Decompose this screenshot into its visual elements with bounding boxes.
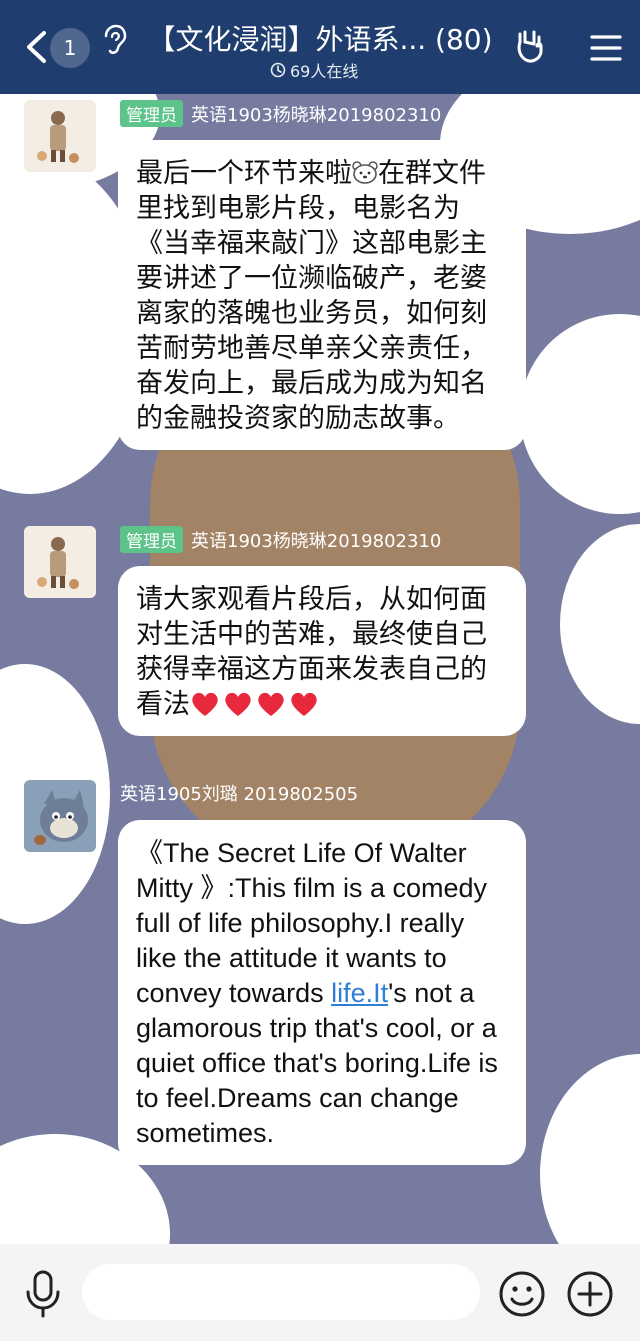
avatar[interactable] [24, 780, 96, 852]
heart-icon [225, 692, 251, 716]
sender-line: 英语1905刘璐 2019802505 [120, 780, 358, 806]
menu-icon[interactable] [590, 34, 622, 62]
online-status: 69人在线 [270, 58, 358, 82]
gesture-icon[interactable] [512, 28, 548, 64]
message-bubble[interactable]: 《The Secret Life Of Walter Mitty 》:This … [118, 820, 526, 1165]
chat-header: 1 【文化浸润】外语系... (80) 69人在线 [0, 0, 640, 94]
back-button[interactable]: 1 [22, 28, 102, 68]
avatar[interactable] [24, 526, 96, 598]
heart-icon [192, 692, 218, 716]
message-link[interactable]: life.It [331, 978, 388, 1008]
heart-icon [291, 692, 317, 716]
sender-line: 管理员 英语1903杨晓琳2019802310 [120, 100, 441, 127]
sender-line: 管理员 英语1903杨晓琳2019802310 [120, 526, 441, 553]
wallpaper-cloud [560, 524, 640, 724]
bear-emoji-icon [352, 161, 378, 184]
chat-title[interactable]: 【文化浸润】外语系... (80) [140, 18, 500, 58]
message-text: 在群文件里找到电影片段，电影名为《当幸福来敲门》这部电影主要讲述了一位濒临破产，… [136, 158, 487, 434]
mic-icon[interactable] [24, 1270, 62, 1318]
message-bubble[interactable]: 最后一个环节来啦 在群文件里找到电影片段，电影名为《当幸福来敲门》这部电影主要讲述… [118, 140, 526, 450]
sender-name[interactable]: 英语1905刘璐 2019802505 [120, 780, 358, 806]
input-bar [0, 1244, 640, 1341]
sender-name[interactable]: 英语1903杨晓琳2019802310 [191, 527, 441, 553]
message-bubble[interactable]: 请大家观看片段后，从如何面对生活中的苦难，最终使自己获得幸福这方面来发表自己的看… [118, 566, 526, 736]
admin-badge: 管理员 [120, 526, 183, 553]
emoji-icon[interactable] [498, 1270, 546, 1318]
unread-count-badge: 1 [50, 28, 90, 68]
online-count: 69人在线 [290, 62, 359, 81]
wallpaper-cloud [520, 314, 640, 514]
avatar-image [24, 780, 96, 852]
avatar-image [24, 526, 96, 598]
heart-icon [258, 692, 284, 716]
back-chevron-icon [27, 31, 46, 63]
admin-badge: 管理员 [120, 100, 183, 127]
ear-icon[interactable] [100, 24, 128, 56]
avatar-image [24, 100, 96, 172]
message-text: 最后一个环节来啦 [136, 158, 352, 189]
clock-icon [270, 62, 286, 78]
message-input[interactable] [82, 1264, 480, 1320]
avatar[interactable] [24, 100, 96, 172]
sender-name[interactable]: 英语1903杨晓琳2019802310 [191, 101, 441, 127]
chat-area[interactable]: 管理员 英语1903杨晓琳2019802310 最后一个环节来啦 在群文件里找到电… [0, 94, 640, 1244]
plus-icon[interactable] [566, 1270, 614, 1318]
wallpaper-cloud [540, 1054, 640, 1244]
